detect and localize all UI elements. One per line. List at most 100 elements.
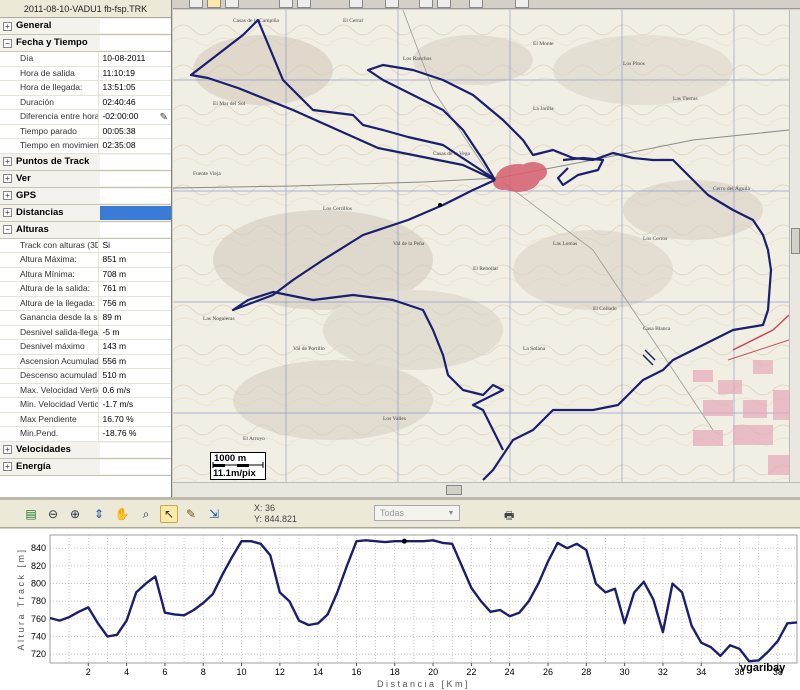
property-row[interactable]: Altura Mínima: 708 m (0, 267, 171, 282)
property-row[interactable]: Descenso acumulad 510 m (0, 369, 171, 384)
profile-toolbar: ▤ ⊖ ⊕ ⇕ ✋ ⌕ ↖ ✎ ⇲ X: 36 Y: 844.821 Todas… (0, 500, 800, 528)
section-general[interactable]: + General (0, 18, 171, 35)
section-alturas[interactable]: − Alturas (0, 221, 171, 239)
select-icon[interactable]: ↖ (160, 505, 178, 523)
expand-icon[interactable]: + (3, 157, 12, 166)
export-icon[interactable]: ⇲ (205, 505, 223, 523)
section-fecha-y-tiempo[interactable]: − Fecha y Tiempo (0, 35, 171, 52)
property-row[interactable]: Altura de la llegada: 756 m (0, 296, 171, 311)
expand-icon[interactable]: + (3, 445, 12, 454)
property-value-text: 756 m (102, 297, 127, 308)
chevron-down-icon[interactable]: ▼ (445, 507, 457, 519)
zoom-window-icon[interactable] (225, 0, 239, 8)
zoom-in-icon[interactable] (279, 0, 293, 8)
save-icon[interactable]: ▤ (22, 505, 40, 523)
x-tick-label: 12 (275, 667, 285, 677)
property-value: -1.7 m/s (99, 398, 171, 412)
x-tick-label: 30 (620, 667, 630, 677)
property-row[interactable]: Desnivel máximo 143 m (0, 340, 171, 355)
section-energ-a[interactable]: + Energía (0, 458, 171, 476)
map-vertical-scrollbar[interactable] (789, 10, 800, 482)
scroll-thumb[interactable] (791, 228, 800, 254)
property-row[interactable]: Desnivel salida-llegad -5 m (0, 325, 171, 340)
x-tick-label: 22 (466, 667, 476, 677)
property-value: 16.70 % (99, 413, 171, 427)
collapse-icon[interactable]: − (3, 225, 12, 234)
section-ver[interactable]: + Ver (0, 170, 171, 188)
svg-text:Los Cerrillos: Los Cerrillos (323, 206, 352, 212)
tool-icon[interactable] (515, 0, 529, 8)
expand-icon[interactable]: + (3, 208, 12, 217)
undo-icon[interactable] (189, 0, 203, 8)
property-row[interactable]: Min.Pend. -18.76 % (0, 427, 171, 442)
expand-icon[interactable]: + (3, 21, 12, 31)
map-scale-bar: 1000 m 11.1m/pix (210, 452, 266, 480)
zoom-out-icon[interactable]: ⊖ (44, 505, 62, 523)
expand-icon[interactable]: + (3, 462, 12, 471)
section-label: GPS (16, 189, 37, 201)
property-key: Desnivel salida-llegad (0, 325, 100, 339)
collapse-icon[interactable]: − (3, 38, 12, 48)
svg-text:El Monte: El Monte (533, 41, 554, 47)
svg-text:Las Nogaleras: Las Nogaleras (203, 316, 235, 322)
property-row[interactable]: Diferencia entre hora -02:00:00 ✎ (0, 110, 171, 125)
zoom-out-icon[interactable] (297, 0, 311, 8)
property-row[interactable]: Min. Velocidad Vertic -1.7 m/s (0, 398, 171, 413)
route-icon[interactable] (385, 0, 399, 8)
y-tick-label: 820 (31, 561, 46, 571)
property-row[interactable]: Hora de llegada: 13:51:05 (0, 81, 171, 96)
pencil-icon[interactable]: ✎ (182, 505, 200, 523)
property-key: Desnivel máximo (0, 340, 100, 354)
pencil-icon[interactable]: ✎ (160, 111, 168, 124)
section-label: Fecha y Tiempo (16, 37, 88, 48)
zoom-in-icon[interactable]: ⊕ (66, 505, 84, 523)
section-distancias[interactable]: + Distancias (0, 204, 171, 222)
property-row[interactable]: Tiempo en movimient 02:35:08 (0, 139, 171, 154)
svg-text:Los Ranchos: Los Ranchos (403, 56, 432, 62)
scroll-thumb[interactable] (446, 485, 462, 495)
topographic-map[interactable]: Casas de la Campiña El Cerral El Mar del… (173, 10, 789, 482)
refresh-icon[interactable] (349, 0, 363, 8)
property-key: Max. Velocidad Vertic (0, 383, 100, 397)
property-row[interactable]: Max. Velocidad Vertic 0.6 m/s (0, 383, 171, 398)
section-velocidades[interactable]: + Velocidades (0, 441, 171, 459)
expand-icon[interactable]: + (3, 174, 12, 183)
picture-icon[interactable] (437, 0, 451, 8)
property-value-text: 13:51:05 (102, 82, 136, 92)
property-row[interactable]: Hora de salida 11:10:19 (0, 66, 171, 81)
property-row[interactable]: Max Pendiente 16.70 % (0, 412, 171, 427)
section-gps[interactable]: + GPS (0, 187, 171, 205)
section-label: Energía (16, 460, 51, 472)
property-value: 0.6 m/s (99, 384, 171, 398)
expand-icon[interactable]: + (3, 191, 12, 200)
watermark: vgaribay (740, 662, 786, 674)
x-axis-label: Distancia [Km] (377, 679, 470, 689)
pan-hand-icon[interactable]: ✋ (113, 505, 131, 523)
section-value (100, 171, 171, 186)
pan-hand-icon[interactable] (207, 0, 221, 8)
property-row[interactable]: Día 10-08-2011 (0, 52, 171, 67)
cursor-x-readout: X: 36 (254, 503, 276, 513)
print-icon[interactable]: 🖶 (504, 507, 520, 522)
property-row[interactable]: Tiempo parado 00:05:38 (0, 124, 171, 139)
section-puntos-de-track[interactable]: + Puntos de Track (0, 153, 171, 171)
layer-icon[interactable] (419, 0, 433, 8)
properties-panel: 2011-08-10-VADU1 fb-fsp.TRK + General − Fec… (0, 0, 172, 497)
property-value: 851 m (99, 253, 171, 267)
property-key: Duración (0, 95, 100, 109)
zoom-window-icon[interactable]: ⌕ (137, 505, 155, 523)
elevation-profile[interactable]: 720 740 760 780 800 820 840 2 4 6 8 10 12 14 16 18 20 22 2… (0, 529, 800, 690)
svg-text:La Jarilla: La Jarilla (533, 106, 554, 112)
grid-icon[interactable] (469, 0, 483, 8)
property-row[interactable]: Altura de la salida: 761 m (0, 282, 171, 297)
track-filter-select[interactable]: Todas ▼ (374, 505, 460, 521)
property-row[interactable]: Ascension Acumulad 556 m (0, 354, 171, 369)
fit-icon[interactable]: ⇕ (90, 505, 108, 523)
map-horizontal-scrollbar[interactable] (173, 482, 800, 497)
svg-text:El Mar del Sol: El Mar del Sol (213, 101, 246, 107)
property-row[interactable]: Track con alturas (3D Si (0, 238, 171, 253)
property-row[interactable]: Ganancia desde la sal 89 m (0, 311, 171, 326)
property-row[interactable]: Altura Máxima: 851 m (0, 253, 171, 268)
section-label: Velocidades (16, 443, 71, 455)
property-row[interactable]: Duración 02:40:46 (0, 95, 171, 110)
